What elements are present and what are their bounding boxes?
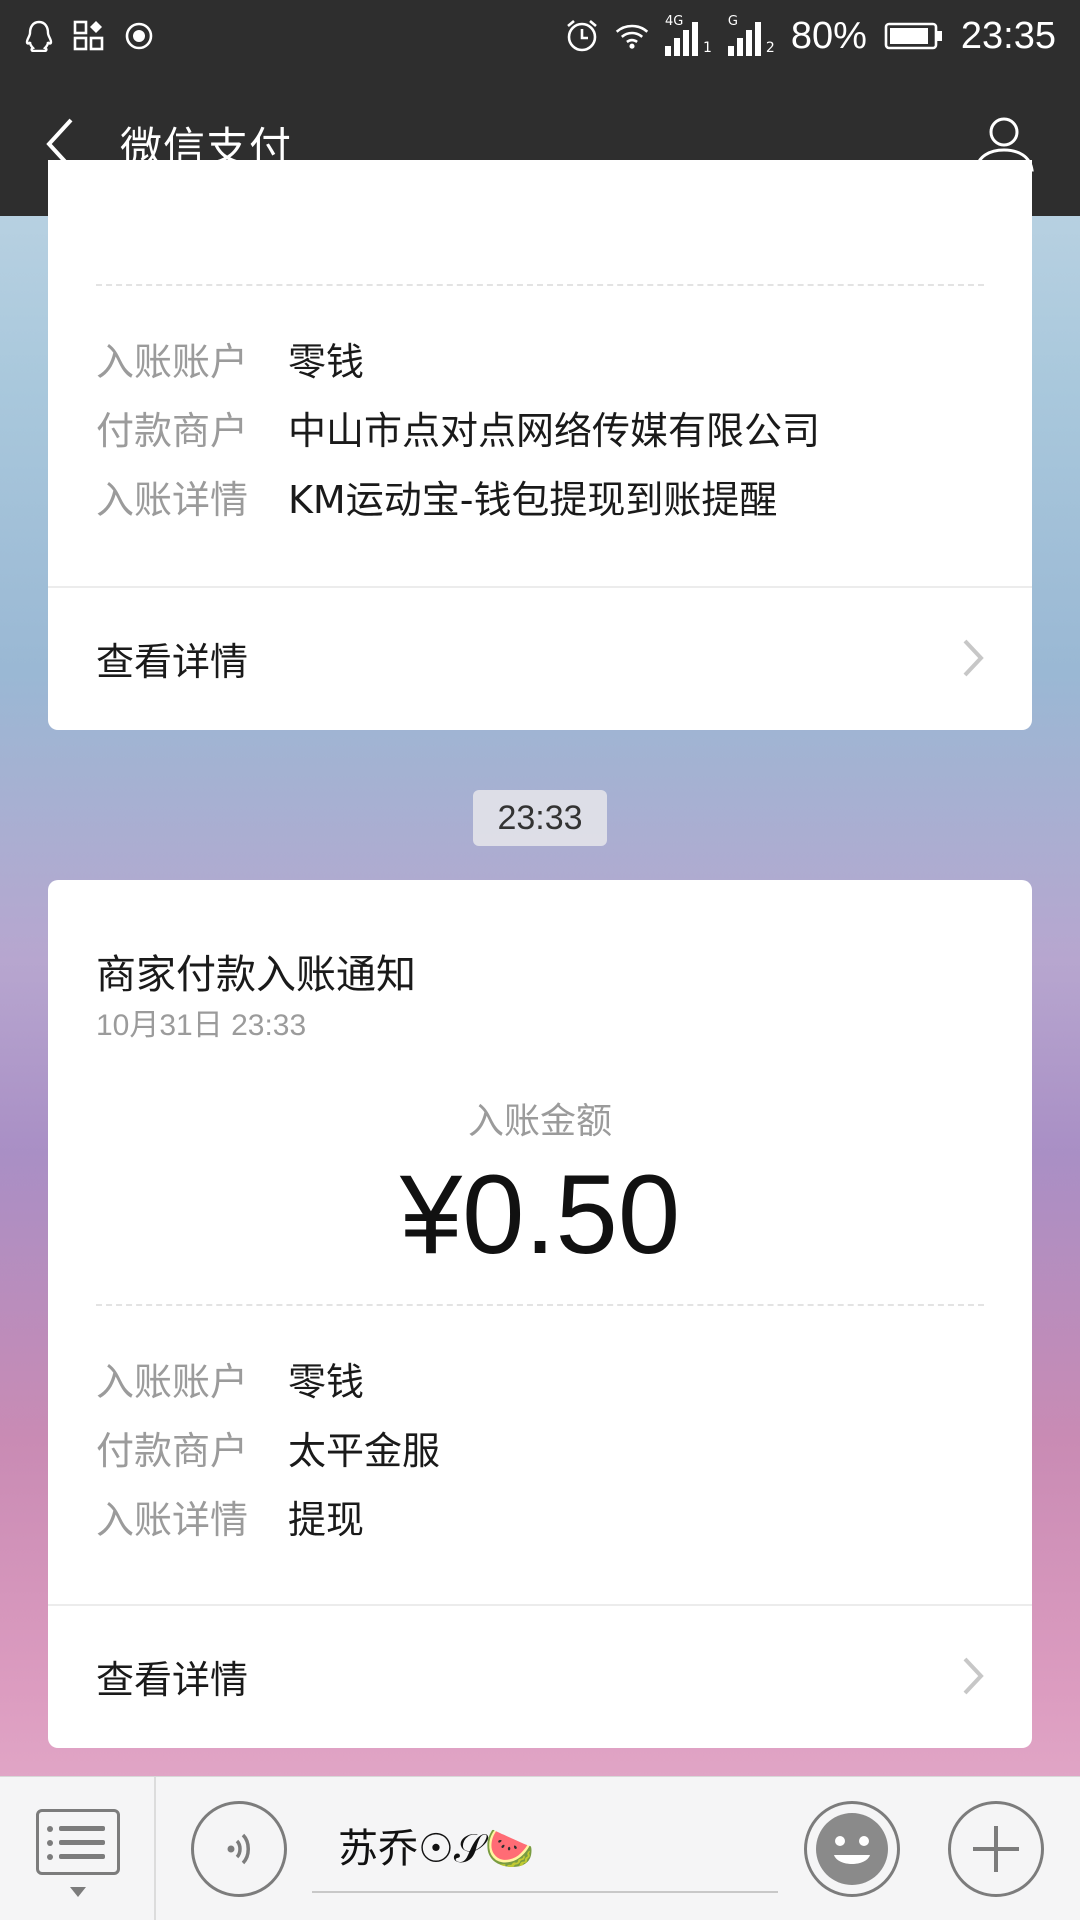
row-value: 提现	[288, 1498, 365, 1542]
dashed-divider	[96, 1304, 984, 1306]
signal-g-icon: G 2	[727, 14, 775, 56]
row-value: 零钱	[288, 340, 365, 384]
emoji-button[interactable]	[804, 1801, 900, 1897]
row-value: 太平金服	[288, 1429, 441, 1473]
info-row-account: 入账账户 零钱	[96, 338, 364, 386]
amount-value: ¥0.50	[399, 1152, 681, 1277]
message-input[interactable]: 苏乔☉𝒮🍉	[312, 1799, 778, 1893]
network-g-label: G	[727, 14, 738, 29]
row-label: 入账详情	[96, 478, 249, 522]
status-time: 23:35	[960, 14, 1056, 57]
plus-button[interactable]	[948, 1801, 1044, 1897]
card-title: 商家付款入账通知	[96, 952, 416, 998]
apps-icon	[72, 19, 106, 53]
voice-icon	[227, 1833, 250, 1865]
message-card-2: 商家付款入账通知 10月31日 23:33 入账金额 ¥0.50 入账账户 零钱…	[48, 880, 1032, 1748]
status-left	[22, 19, 156, 53]
info-row-detail: 入账详情 KM运动宝-钱包提现到账提醒	[96, 476, 777, 524]
info-row-detail: 入账详情 提现	[96, 1496, 364, 1544]
battery-percent: 80%	[790, 14, 867, 57]
battery-icon	[883, 19, 945, 53]
info-row-merchant: 付款商户 太平金服	[96, 1427, 440, 1475]
plus-icon	[973, 1826, 1019, 1872]
chevron-right-icon	[963, 639, 984, 677]
row-label: 入账详情	[96, 1498, 249, 1542]
view-details-link[interactable]: 查看详情	[48, 1606, 1032, 1746]
row-label: 入账账户	[96, 1360, 249, 1404]
menu-button[interactable]	[36, 1809, 120, 1875]
alarm-icon	[565, 19, 599, 53]
message-card-1: 入账账户 零钱 付款商户 中山市点对点网络传媒有限公司 入账详情 KM运动宝-钱…	[48, 160, 1032, 730]
menu-caret-icon	[70, 1887, 86, 1897]
row-value: 中山市点对点网络传媒有限公司	[288, 409, 821, 453]
network-4g-label: 4G	[665, 14, 684, 29]
record-icon	[122, 19, 156, 53]
timestamp-chip: 23:33	[473, 790, 607, 846]
emoji-icon	[816, 1813, 888, 1885]
status-right: 4G 1 G 2 80% 23:35	[565, 14, 1056, 58]
row-value: 零钱	[288, 1360, 365, 1404]
bottom-input-bar: 苏乔☉𝒮🍉	[0, 1776, 1080, 1920]
info-row-merchant: 付款商户 中山市点对点网络传媒有限公司	[96, 407, 820, 455]
message-input-text: 苏乔☉𝒮🍉	[338, 1826, 535, 1872]
menu-icon	[47, 1826, 53, 1832]
status-bar: 4G 1 G 2 80% 23:35	[0, 0, 1080, 72]
card-time: 10月31日 23:33	[96, 1009, 307, 1042]
view-details-label: 查看详情	[96, 1657, 249, 1702]
row-label: 付款商户	[96, 409, 249, 453]
wifi-icon	[615, 19, 649, 53]
signal-4g-icon: 4G 1	[665, 14, 712, 56]
info-row-account: 入账账户 零钱	[96, 1358, 364, 1406]
dashed-divider	[96, 284, 984, 286]
voice-button[interactable]	[191, 1801, 287, 1897]
view-details-label: 查看详情	[96, 639, 249, 684]
view-details-link[interactable]: 查看详情	[48, 588, 1032, 728]
amount-label: 入账金额	[467, 1101, 612, 1142]
row-label: 付款商户	[96, 1429, 249, 1473]
row-label: 入账账户	[96, 340, 249, 384]
chevron-right-icon	[963, 1657, 984, 1695]
row-value: KM运动宝-钱包提现到账提醒	[288, 478, 778, 522]
qq-icon	[22, 19, 56, 53]
vertical-separator	[154, 1777, 156, 1920]
